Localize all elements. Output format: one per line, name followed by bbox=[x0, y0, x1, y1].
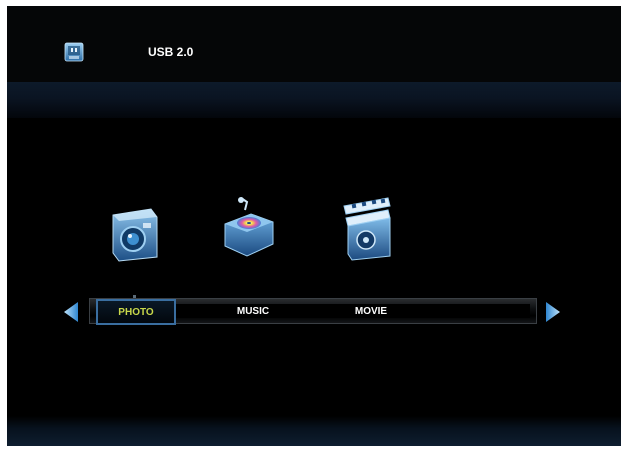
music-box-icon[interactable] bbox=[221, 194, 277, 260]
usb-drive-icon bbox=[64, 42, 84, 62]
menu-item-movie[interactable]: MOVIE bbox=[345, 299, 397, 325]
arrow-left-icon[interactable] bbox=[62, 301, 80, 323]
movie-clapper-icon[interactable] bbox=[338, 196, 394, 262]
device-title: USB 2.0 bbox=[148, 45, 194, 59]
header-band bbox=[7, 82, 621, 118]
arrow-right-icon[interactable] bbox=[544, 301, 562, 323]
photo-camera-icon[interactable] bbox=[107, 201, 163, 267]
header-bar bbox=[7, 6, 621, 82]
footer-band bbox=[7, 416, 621, 446]
tv-screen: USB 2.0 PHOTO MUSIC MOVIE bbox=[7, 6, 621, 446]
menu-item-photo[interactable]: PHOTO bbox=[96, 299, 176, 325]
menu-item-music[interactable]: MUSIC bbox=[227, 299, 279, 325]
